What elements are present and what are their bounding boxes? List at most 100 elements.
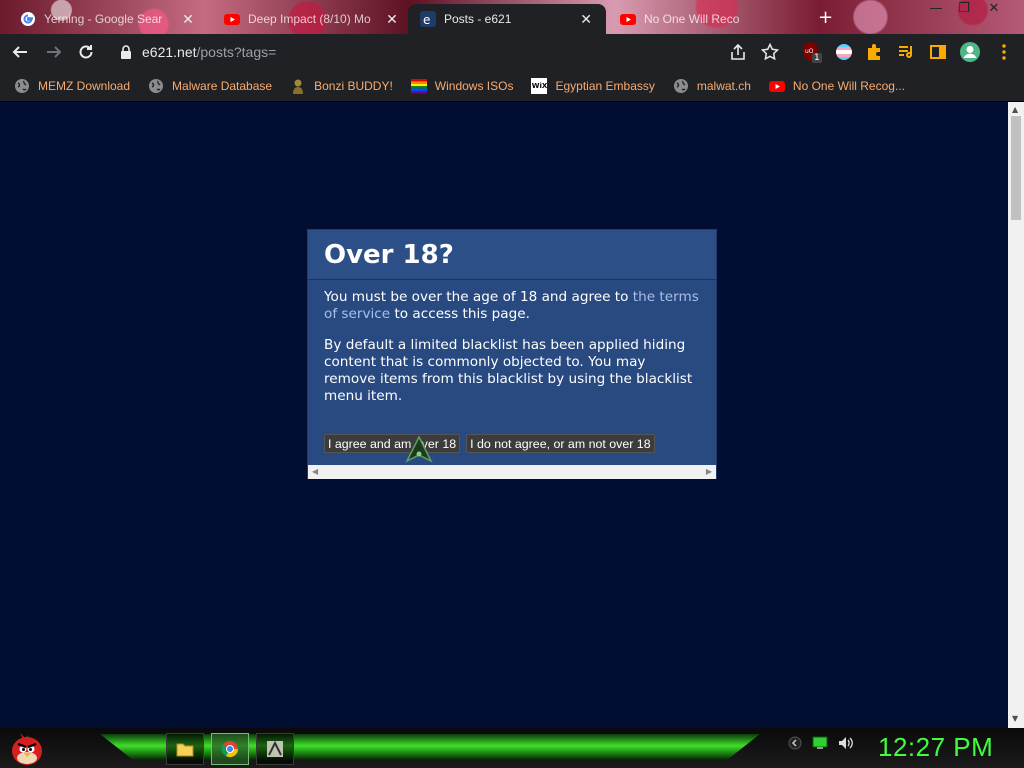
blacklist-paragraph: By default a limited blacklist has been … — [324, 337, 693, 404]
dialog-body: You must be over the age of 18 and agree… — [308, 280, 716, 405]
agree-button[interactable]: I agree and am over 18 — [324, 434, 461, 453]
browser-toolbar: e621.net/posts?tags= uO 1 — [0, 34, 1024, 70]
bookmark-memz-download[interactable]: MEMZ Download — [14, 78, 130, 94]
scroll-down-arrow-icon[interactable]: ▼ — [1012, 714, 1018, 723]
tab-strip: Yerning - Google Sear ✕ Deep Impact (8/1… — [0, 0, 1024, 34]
youtube-icon — [224, 14, 240, 25]
start-button-angry-bird-icon[interactable] — [6, 729, 46, 767]
e621-icon: e — [420, 11, 436, 27]
bookmark-malware-database[interactable]: Malware Database — [148, 78, 272, 94]
google-icon — [21, 12, 35, 26]
terms-text-before: You must be over the age of 18 and agree… — [324, 289, 633, 305]
bookmark-star-button[interactable] — [758, 40, 782, 64]
tab-title: Deep Impact (8/10) Mo — [248, 12, 371, 26]
kebab-menu-icon — [1002, 44, 1006, 60]
wix-icon: WiX — [531, 77, 548, 94]
tab-youtube-deep-impact[interactable]: Deep Impact (8/10) Mo ✕ — [212, 4, 412, 34]
taskbar-file-explorer[interactable] — [166, 733, 204, 765]
trans-flag-icon — [836, 44, 852, 60]
profile-button[interactable] — [958, 40, 982, 64]
tab-close-icon[interactable]: ✕ — [384, 11, 400, 28]
bookmark-egyptian-embassy[interactable]: WiX Egyptian Embassy — [531, 77, 655, 94]
profile-avatar-icon — [960, 42, 980, 62]
tab-google-search[interactable]: Yerning - Google Sear ✕ — [8, 4, 208, 34]
bookmark-malwatch[interactable]: malwat.ch — [673, 78, 751, 94]
scroll-left-arrow-icon[interactable]: ◀ — [312, 467, 318, 476]
volume-icon[interactable] — [838, 736, 854, 750]
chevron-left-icon[interactable] — [788, 736, 802, 750]
dialog-header: Over 18? — [308, 230, 716, 280]
tab-posts-e621[interactable]: e Posts - e621 ✕ — [408, 4, 606, 34]
bookmark-label: malwat.ch — [696, 78, 751, 93]
new-tab-button[interactable]: + — [818, 7, 833, 28]
close-window-button[interactable]: ✕ — [982, 2, 1006, 18]
back-arrow-icon — [12, 46, 27, 58]
windows-rainbow-icon — [410, 78, 427, 93]
app-icon — [267, 740, 283, 757]
network-monitor-icon[interactable] — [812, 736, 828, 750]
bookmark-label: Windows ISOs — [434, 78, 514, 93]
ublock-extension[interactable]: uO 1 — [800, 40, 824, 64]
reload-button[interactable] — [74, 40, 98, 64]
dialog-horizontal-scrollbar[interactable]: ◀ ▶ — [308, 465, 716, 479]
share-button[interactable] — [726, 40, 750, 64]
page-scrollbar[interactable]: ▲ ▼ — [1008, 102, 1024, 728]
tab-close-icon[interactable]: ✕ — [578, 11, 594, 28]
forward-arrow-icon — [47, 46, 62, 58]
bookmark-label: MEMZ Download — [38, 78, 131, 93]
url-path: /posts?tags= — [196, 44, 277, 60]
media-controls-button[interactable] — [894, 40, 918, 64]
star-icon — [761, 43, 779, 61]
scroll-right-arrow-icon[interactable]: ▶ — [706, 467, 712, 476]
mouse-cursor-icon — [405, 435, 433, 463]
tab-title: Yerning - Google Sear — [44, 12, 163, 26]
reload-icon — [79, 45, 93, 59]
forward-button[interactable] — [42, 40, 66, 64]
tab-close-icon[interactable]: ✕ — [180, 11, 196, 28]
back-button[interactable] — [8, 40, 32, 64]
svg-text:e: e — [423, 13, 430, 27]
pride-extension[interactable] — [832, 40, 856, 64]
age-verification-dialog: Over 18? You must be over the age of 18 … — [307, 229, 717, 479]
dialog-title: Over 18? — [324, 239, 454, 270]
tab-title: Posts - e621 — [444, 12, 512, 26]
bookmark-label: No One Will Recog... — [792, 78, 905, 93]
globe-icon — [15, 78, 29, 93]
bookmark-label: Bonzi BUDDY! — [314, 78, 393, 93]
extension-badge: 1 — [812, 53, 822, 63]
dialog-buttons: I agree and am over 18 I do not agree, o… — [324, 434, 655, 453]
url-host: e621.net — [142, 44, 197, 60]
terms-paragraph: You must be over the age of 18 and agree… — [324, 289, 700, 323]
share-icon — [731, 43, 745, 60]
disagree-button[interactable]: I do not agree, or am not over 18 — [466, 434, 655, 453]
bonzi-icon — [293, 79, 304, 94]
chrome-icon — [221, 741, 239, 758]
tab-youtube-no-one[interactable]: No One Will Reco — [608, 4, 756, 34]
system-tray — [788, 736, 854, 750]
tab-title: No One Will Reco — [644, 12, 740, 26]
address-bar[interactable]: e621.net/posts?tags= — [110, 38, 790, 66]
browser-menu-button[interactable] — [992, 40, 1016, 64]
lock-icon[interactable] — [120, 45, 132, 59]
puzzle-icon — [868, 44, 880, 60]
bookmark-no-one-will-recog[interactable]: No One Will Recog... — [768, 78, 905, 94]
bookmark-label: Malware Database — [172, 78, 273, 93]
taskbar-app[interactable] — [256, 733, 294, 765]
taskbar-clock[interactable]: 12:27 PM — [878, 732, 993, 763]
extensions-button[interactable] — [862, 40, 886, 64]
globe-icon — [673, 78, 688, 93]
youtube-icon — [620, 14, 636, 25]
folder-icon — [176, 743, 194, 757]
restore-button[interactable]: ❐ — [952, 2, 976, 18]
bookmark-bonzi-buddy[interactable]: Bonzi BUDDY! — [290, 78, 393, 94]
bookmark-label: Egyptian Embassy — [555, 78, 655, 93]
side-panel-icon — [930, 45, 946, 59]
taskbar-chrome[interactable] — [211, 733, 249, 765]
taskbar — [0, 728, 1024, 768]
scroll-up-arrow-icon[interactable]: ▲ — [1012, 105, 1018, 114]
scrollbar-thumb[interactable] — [1011, 116, 1021, 220]
minimize-button[interactable]: — — [924, 2, 948, 18]
side-panel-button[interactable] — [926, 40, 950, 64]
globe-icon — [149, 78, 164, 93]
bookmark-windows-isos[interactable]: Windows ISOs — [410, 78, 514, 94]
